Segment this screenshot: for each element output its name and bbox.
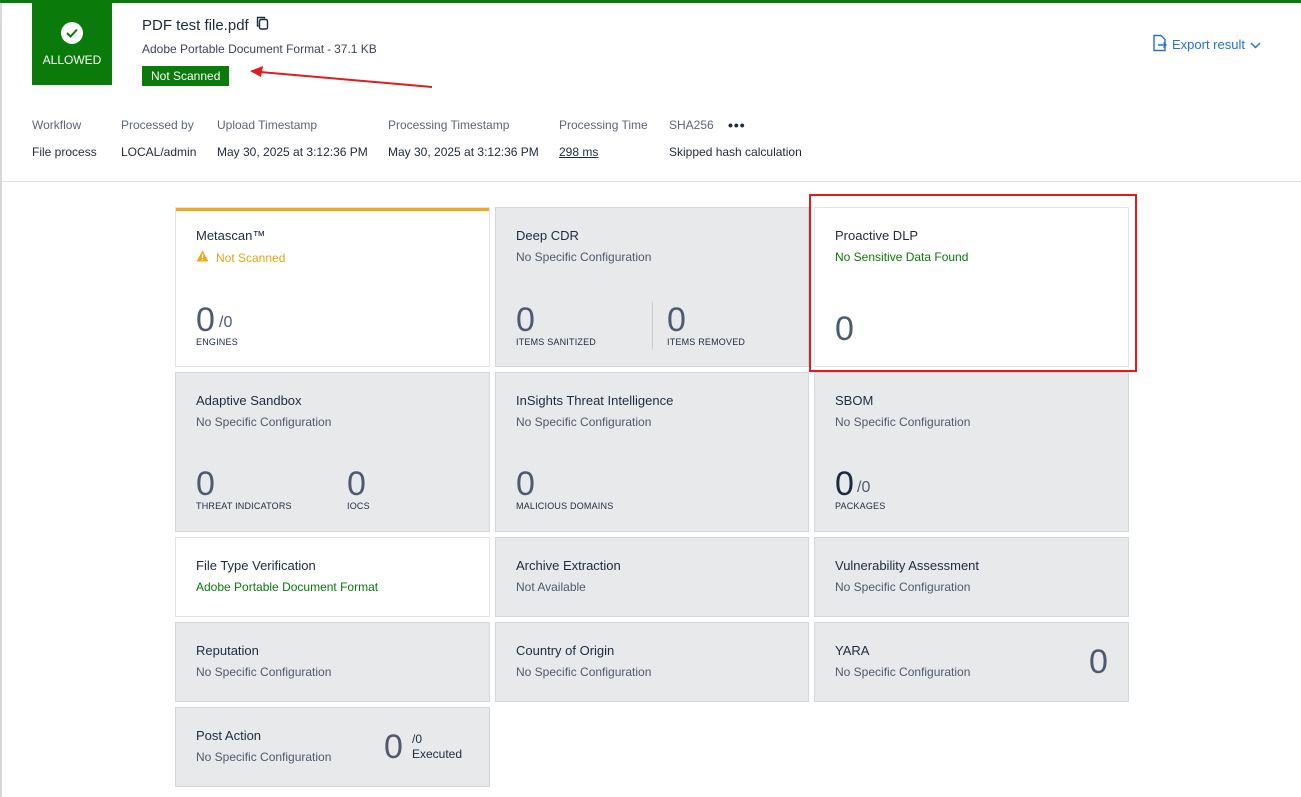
chevron-down-icon	[1250, 37, 1261, 52]
meta-value: May 30, 2025 at 3:12:36 PM	[388, 145, 539, 159]
card-status: No Specific Configuration	[835, 415, 971, 429]
export-result-button[interactable]: Export result	[1152, 34, 1261, 55]
meta-key: Processing Timestamp	[388, 118, 510, 132]
packages-count: 0	[835, 465, 854, 503]
status-top-line	[0, 0, 1301, 3]
card-status: Not Available	[516, 580, 586, 594]
post-action-total: /0	[412, 732, 423, 746]
items-removed-count: 0	[667, 301, 686, 339]
card-title: Vulnerability Assessment	[835, 558, 980, 573]
highlight-box	[809, 194, 1137, 372]
meta-key: Processed by	[121, 118, 194, 132]
card-adaptive-sandbox[interactable]: Adaptive Sandbox No Specific Configurati…	[175, 372, 490, 532]
card-status: No Specific Configuration	[196, 750, 332, 764]
meta-key: Workflow	[32, 118, 82, 132]
copy-icon[interactable]	[256, 16, 269, 34]
card-title: InSights Threat Intelligence	[516, 393, 674, 408]
meta-value: Skipped hash calculation	[669, 145, 802, 159]
card-reputation[interactable]: Reputation No Specific Configuration	[175, 622, 490, 702]
items-removed-label: ITEMS REMOVED	[667, 337, 746, 347]
card-country-of-origin[interactable]: Country of Origin No Specific Configurat…	[495, 622, 809, 702]
card-status: No Specific Configuration	[835, 665, 971, 679]
warning-icon	[196, 250, 209, 265]
card-archive-extraction[interactable]: Archive Extraction Not Available	[495, 537, 809, 617]
meta-processed-by: Processed by LOCAL/admin	[121, 118, 196, 159]
card-status: Adobe Portable Document Format	[196, 580, 379, 594]
meta-workflow: Workflow File process	[32, 118, 97, 159]
meta-processing-timestamp: Processing Timestamp May 30, 2025 at 3:1…	[388, 118, 539, 159]
meta-value: May 30, 2025 at 3:12:36 PM	[217, 145, 368, 159]
iocs-count: 0	[347, 465, 366, 503]
card-title: Reputation	[196, 643, 259, 658]
threat-indicators-label: THREAT INDICATORS	[196, 501, 292, 511]
card-title: Deep CDR	[516, 228, 579, 243]
card-status: No Specific Configuration	[196, 415, 332, 429]
annotation-arrow	[250, 66, 433, 88]
card-yara[interactable]: YARA No Specific Configuration 0	[814, 622, 1129, 702]
engines-total: /0	[219, 314, 233, 331]
card-title: Post Action	[196, 728, 262, 743]
malicious-domains-label: MALICIOUS DOMAINS	[516, 501, 614, 511]
card-title: Country of Origin	[516, 643, 615, 658]
card-status: No Specific Configuration	[516, 415, 652, 429]
card-vulnerability-assessment[interactable]: Vulnerability Assessment No Specific Con…	[814, 537, 1129, 617]
card-status: No Specific Configuration	[516, 665, 652, 679]
card-status: No Specific Configuration	[196, 665, 332, 679]
file-name: PDF test file.pdf	[142, 16, 269, 34]
verdict-label: ALLOWED	[42, 52, 102, 67]
card-status-text: Not Scanned	[216, 250, 286, 265]
card-status: No Specific Configuration	[516, 250, 652, 264]
packages-total: /0	[857, 479, 871, 496]
card-file-type-verification[interactable]: File Type Verification Adobe Portable Do…	[175, 537, 490, 617]
divider	[2, 181, 1301, 182]
threat-indicators-count: 0	[196, 465, 215, 503]
items-sanitized-count: 0	[516, 301, 535, 339]
meta-processing-time: Processing Time 298 ms	[559, 118, 648, 159]
card-post-action[interactable]: Post Action No Specific Configuration 0 …	[175, 707, 490, 787]
post-action-label: Executed	[412, 747, 463, 761]
card-title: File Type Verification	[196, 558, 316, 573]
items-sanitized-label: ITEMS SANITIZED	[516, 337, 597, 347]
more-options-icon[interactable]: •••	[728, 117, 746, 133]
card-status: No Specific Configuration	[835, 580, 971, 594]
check-icon	[61, 21, 83, 44]
yara-count: 0	[1089, 643, 1108, 681]
card-title: Archive Extraction	[516, 558, 621, 573]
warning-bar	[176, 208, 489, 211]
iocs-label: IOCS	[347, 501, 370, 511]
engines-label: ENGINES	[196, 337, 238, 347]
meta-upload-timestamp: Upload Timestamp May 30, 2025 at 3:12:36…	[217, 118, 368, 159]
meta-value: LOCAL/admin	[121, 145, 197, 159]
file-size: 37.1 KB	[334, 42, 377, 56]
engines-count: 0	[196, 301, 215, 339]
card-title: Adaptive Sandbox	[196, 393, 302, 408]
file-export-icon	[1152, 34, 1167, 55]
verdict-badge: ALLOWED	[32, 3, 112, 85]
card-status: Not Scanned	[196, 250, 285, 265]
file-name-text: PDF test file.pdf	[142, 16, 249, 34]
meta-key: Processing Time	[559, 118, 648, 132]
post-action-count: 0	[384, 728, 403, 766]
card-deep-cdr[interactable]: Deep CDR No Specific Configuration 0 ITE…	[495, 207, 809, 367]
card-title: YARA	[835, 643, 870, 658]
file-type: Adobe Portable Document Format	[142, 42, 325, 56]
card-sbom[interactable]: SBOM No Specific Configuration 0 /0 PACK…	[814, 372, 1129, 532]
meta-key: Upload Timestamp	[217, 118, 318, 132]
packages-label: PACKAGES	[835, 501, 886, 511]
divider	[652, 302, 653, 350]
scan-status-badge: Not Scanned	[142, 66, 230, 86]
export-result-label: Export result	[1172, 37, 1245, 52]
card-metascan[interactable]: Metascan™ Not Scanned 0 /0 ENGINES	[175, 207, 490, 367]
malicious-domains-count: 0	[516, 465, 535, 503]
card-title: SBOM	[835, 393, 874, 408]
card-insights-threat-intelligence[interactable]: InSights Threat Intelligence No Specific…	[495, 372, 809, 532]
card-title: Metascan™	[196, 228, 266, 243]
processing-time-link[interactable]: 298 ms	[559, 145, 648, 159]
file-type-info: Adobe Portable Document Format -37.1 KB	[142, 42, 377, 56]
meta-value: File process	[32, 145, 97, 159]
